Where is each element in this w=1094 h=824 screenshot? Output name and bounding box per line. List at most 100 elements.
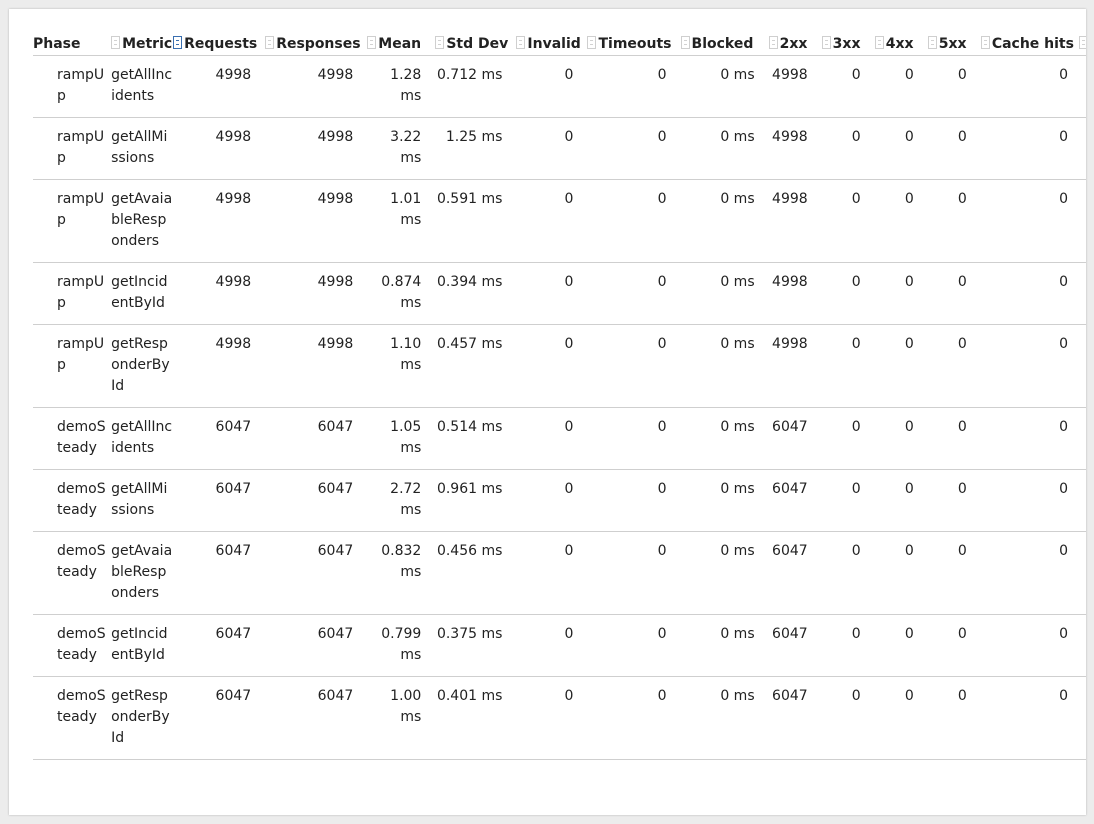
col-header-3xx[interactable]: 3xx	[821, 31, 875, 56]
cell-mean: 3.22 ms	[367, 117, 436, 180]
col-header-label: 5xx	[938, 36, 967, 52]
cell-timeouts: 0	[587, 531, 681, 615]
cell-cache-hits: 0	[980, 469, 1086, 532]
sort-icon	[587, 36, 597, 49]
col-header-timeouts[interactable]: Timeouts	[587, 31, 681, 56]
col-header-label: Metric	[122, 36, 173, 52]
cell-stddev: 0.394 ms	[435, 262, 517, 325]
cell-3xx: 0	[821, 469, 875, 532]
col-header-cache-hits[interactable]: Cache hits	[980, 31, 1086, 56]
cell-mean: 1.05 ms	[367, 407, 436, 470]
report-panel: Phase Metric Requests Responses Mean Std…	[9, 9, 1086, 815]
cell-phase: demoSteady	[33, 531, 112, 615]
cell-4xx: 0	[874, 469, 928, 532]
cell-blocked: 0 ms	[680, 117, 769, 180]
cell-timeouts: 0	[587, 614, 681, 677]
cell-invalid: 0	[516, 117, 588, 180]
col-header-requests[interactable]: Requests	[173, 31, 266, 56]
table-row: rampUp getAllIncidents 4998 4998 1.28 ms…	[33, 55, 1086, 118]
cell-mean: 1.28 ms	[367, 55, 436, 118]
sort-icon	[980, 36, 990, 49]
table-row: rampUp getResponderById 4998 4998 1.10 m…	[33, 324, 1086, 408]
col-header-label: Blocked	[691, 36, 754, 52]
cell-4xx: 0	[874, 117, 928, 180]
cell-mean: 0.874 ms	[367, 262, 436, 325]
col-header-responses[interactable]: Responses	[265, 31, 368, 56]
cell-blocked: 0 ms	[680, 614, 769, 677]
table-row: demoSteady getIncidentById 6047 6047 0.7…	[33, 614, 1086, 677]
col-header-phase[interactable]: Phase	[33, 31, 112, 56]
cell-3xx: 0	[821, 407, 875, 470]
cell-metric: getAvaiableResponders	[111, 531, 174, 615]
col-header-label: Responses	[276, 36, 361, 52]
cell-3xx: 0	[821, 179, 875, 263]
stats-table: Phase Metric Requests Responses Mean Std…	[33, 31, 1086, 760]
cell-mean: 0.799 ms	[367, 614, 436, 677]
col-header-label: Invalid	[527, 36, 581, 52]
cell-cache-hits: 0	[980, 324, 1086, 408]
col-header-label: Std Dev	[446, 36, 509, 52]
sort-icon	[265, 36, 275, 49]
cell-timeouts: 0	[587, 55, 681, 118]
cell-phase: rampUp	[33, 179, 112, 263]
col-header-metric[interactable]: Metric	[111, 31, 174, 56]
col-header-label: Phase	[33, 36, 81, 52]
col-header-blocked[interactable]: Blocked	[680, 31, 769, 56]
cell-metric: getResponderById	[111, 324, 174, 408]
col-header-stddev[interactable]: Std Dev	[435, 31, 517, 56]
sort-icon	[680, 36, 690, 49]
cell-5xx: 0	[927, 531, 981, 615]
cell-stddev: 0.456 ms	[435, 531, 517, 615]
cell-stddev: 0.457 ms	[435, 324, 517, 408]
cell-blocked: 0 ms	[680, 531, 769, 615]
cell-stddev: 0.401 ms	[435, 676, 517, 760]
cell-3xx: 0	[821, 262, 875, 325]
table-body: rampUp getAllIncidents 4998 4998 1.28 ms…	[33, 55, 1086, 760]
cell-phase: rampUp	[33, 324, 112, 408]
table-row: rampUp getIncidentById 4998 4998 0.874 m…	[33, 262, 1086, 325]
col-header-invalid[interactable]: Invalid	[516, 31, 588, 56]
col-header-5xx[interactable]: 5xx	[927, 31, 981, 56]
cell-cache-hits: 0	[980, 179, 1086, 263]
sort-icon	[927, 36, 937, 49]
cell-responses: 6047	[265, 614, 368, 677]
cell-phase: rampUp	[33, 117, 112, 180]
sort-icon	[874, 36, 884, 49]
cell-stddev: 0.712 ms	[435, 55, 517, 118]
cell-2xx: 4998	[768, 324, 822, 408]
table-row: rampUp getAllMissions 4998 4998 3.22 ms …	[33, 117, 1086, 180]
cell-requests: 6047	[173, 614, 266, 677]
cell-3xx: 0	[821, 676, 875, 760]
col-header-mean[interactable]: Mean	[367, 31, 436, 56]
cell-2xx: 4998	[768, 179, 822, 263]
sort-icon	[768, 36, 778, 49]
cell-phase: rampUp	[33, 55, 112, 118]
cell-mean: 1.01 ms	[367, 179, 436, 263]
col-header-2xx[interactable]: 2xx	[768, 31, 822, 56]
cell-5xx: 0	[927, 117, 981, 180]
table-row: demoSteady getAllMissions 6047 6047 2.72…	[33, 469, 1086, 532]
cell-timeouts: 0	[587, 117, 681, 180]
col-header-label: 4xx	[885, 36, 914, 52]
table-row: demoSteady getAllIncidents 6047 6047 1.0…	[33, 407, 1086, 470]
cell-phase: demoSteady	[33, 407, 112, 470]
cell-timeouts: 0	[587, 262, 681, 325]
cell-phase: rampUp	[33, 262, 112, 325]
cell-2xx: 6047	[768, 676, 822, 760]
cell-4xx: 0	[874, 179, 928, 263]
cell-cache-hits: 0	[980, 676, 1086, 760]
col-header-label: 2xx	[779, 36, 808, 52]
table-header-row: Phase Metric Requests Responses Mean Std…	[33, 31, 1086, 56]
col-header-4xx[interactable]: 4xx	[874, 31, 928, 56]
cell-4xx: 0	[874, 55, 928, 118]
cell-timeouts: 0	[587, 469, 681, 532]
cell-phase: demoSteady	[33, 676, 112, 760]
cell-blocked: 0 ms	[680, 262, 769, 325]
cell-stddev: 0.591 ms	[435, 179, 517, 263]
cell-mean: 1.10 ms	[367, 324, 436, 408]
cell-invalid: 0	[516, 614, 588, 677]
cell-cache-hits: 0	[980, 55, 1086, 118]
cell-stddev: 0.514 ms	[435, 407, 517, 470]
cell-cache-hits: 0	[980, 117, 1086, 180]
cell-timeouts: 0	[587, 179, 681, 263]
